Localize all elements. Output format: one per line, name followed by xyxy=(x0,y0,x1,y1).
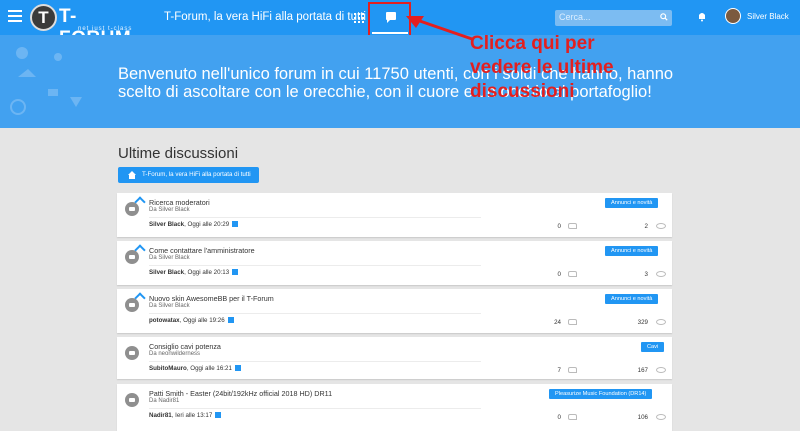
reply-count: 0 xyxy=(557,271,561,278)
topic-divider xyxy=(149,313,481,314)
last-post-info[interactable]: Nadir81, Ieri alle 13:17 xyxy=(149,412,222,419)
last-post-user[interactable]: Silver Black xyxy=(149,221,184,228)
category-badge[interactable]: Annunci e novità xyxy=(605,294,659,304)
hamburger-menu-button[interactable] xyxy=(8,10,22,24)
topic-author[interactable]: Da neonwilderness xyxy=(149,351,200,357)
topic-avatar-icon xyxy=(125,346,139,360)
last-post-user[interactable]: Nadir81 xyxy=(149,412,172,419)
reply-count: 7 xyxy=(557,367,561,374)
page-title: Ultime discussioni xyxy=(118,145,239,162)
view-count: 2 xyxy=(644,223,648,230)
topic-author[interactable]: Da Silver Black xyxy=(149,255,190,261)
forum-doodle-pattern-icon xyxy=(10,47,82,115)
user-avatar[interactable] xyxy=(725,8,741,24)
reply-count: 0 xyxy=(557,414,561,421)
go-to-post-icon[interactable] xyxy=(232,221,239,227)
view-count: 106 xyxy=(637,414,648,421)
view-count: 329 xyxy=(637,319,648,326)
topic-author[interactable]: Da Silver Black xyxy=(149,303,190,309)
topic-author[interactable]: Da Silver Black xyxy=(149,207,190,213)
topic-divider xyxy=(149,265,481,266)
eye-icon xyxy=(656,367,666,373)
category-badge[interactable]: Cavi xyxy=(641,342,665,352)
go-to-post-icon[interactable] xyxy=(232,269,239,275)
last-post-user[interactable]: SubitoMauro xyxy=(149,365,187,372)
last-post-time: Oggi alle 16:21 xyxy=(190,365,232,372)
topic-row[interactable]: Come contattare l'amministratore Da Silv… xyxy=(117,241,672,285)
username-label[interactable]: Silver Black xyxy=(747,12,789,21)
topic-divider xyxy=(149,361,481,362)
reply-icon xyxy=(568,271,577,277)
last-post-info[interactable]: potowatax, Oggi alle 19:26 xyxy=(149,317,234,324)
eye-icon xyxy=(656,271,666,277)
logo-badge-icon: T xyxy=(30,4,57,31)
topic-avatar-icon xyxy=(125,393,139,407)
forum-logo[interactable]: T T-FORUM net just t-class xyxy=(30,4,145,49)
topic-title-link[interactable]: Patti Smith - Easter (24bit/192kHz offic… xyxy=(149,389,332,398)
view-count: 3 xyxy=(644,271,648,278)
apps-grid-icon[interactable] xyxy=(354,13,364,23)
search-placeholder: Cerca... xyxy=(559,12,591,22)
reply-count: 24 xyxy=(554,319,561,326)
category-badge[interactable]: Pleasurize Music Foundation (DR14) xyxy=(549,389,653,399)
topic-title-link[interactable]: Ricerca moderatori xyxy=(149,198,210,207)
topic-row[interactable]: Nuovo skin AwesomeBB per il T-Forum Da S… xyxy=(117,289,672,333)
topic-title-link[interactable]: Nuovo skin AwesomeBB per il T-Forum xyxy=(149,294,274,303)
search-input[interactable]: Cerca... xyxy=(555,10,672,26)
last-post-info[interactable]: SubitoMauro, Oggi alle 16:21 xyxy=(149,365,241,372)
notification-bell-icon[interactable] xyxy=(697,11,707,22)
last-post-user[interactable]: Silver Black xyxy=(149,269,184,276)
topic-divider xyxy=(149,408,481,409)
forum-home-label: T-Forum, la vera HiFi alla portata di tu… xyxy=(142,171,251,178)
go-to-post-icon[interactable] xyxy=(215,412,222,418)
reply-count: 0 xyxy=(557,223,561,230)
topic-row[interactable]: Ricerca moderatori Da Silver Black Silve… xyxy=(117,193,672,237)
topic-row[interactable]: Consiglio cavi potenza Da neonwilderness… xyxy=(117,337,672,379)
last-post-time: Oggi alle 20:13 xyxy=(187,269,230,276)
last-post-user[interactable]: potowatax xyxy=(149,317,180,324)
category-badge[interactable]: Annunci e novità xyxy=(605,246,659,256)
welcome-banner: Benvenuto nell'unico forum in cui 11750 … xyxy=(0,35,800,128)
eye-icon xyxy=(656,319,666,325)
topic-title-link[interactable]: Come contattare l'amministratore xyxy=(149,246,255,255)
last-post-info[interactable]: Silver Black, Oggi alle 20:29 xyxy=(149,221,239,228)
topic-author[interactable]: Da Nadir81 xyxy=(149,398,179,404)
go-to-post-icon[interactable] xyxy=(234,365,241,371)
view-count: 167 xyxy=(637,367,648,374)
category-badge[interactable]: Annunci e novità xyxy=(605,198,659,208)
home-icon xyxy=(128,171,136,179)
go-to-post-icon[interactable] xyxy=(227,317,234,323)
topic-title-link[interactable]: Consiglio cavi potenza xyxy=(149,342,221,351)
search-icon[interactable] xyxy=(660,13,668,21)
callout-annotation: Clicca qui per vedere le ultime discussi… xyxy=(470,33,614,102)
reply-icon xyxy=(568,367,577,373)
last-post-time: Ieri alle 13:17 xyxy=(175,412,213,419)
eye-icon xyxy=(656,414,666,420)
forum-home-button[interactable]: T-Forum, la vera HiFi alla portata di tu… xyxy=(118,167,259,183)
eye-icon xyxy=(656,223,666,229)
reply-icon xyxy=(568,319,577,325)
site-title-link[interactable]: T-Forum, la vera HiFi alla portata di tu… xyxy=(164,11,366,23)
topic-divider xyxy=(149,217,481,218)
last-post-info[interactable]: Silver Black, Oggi alle 20:13 xyxy=(149,269,239,276)
last-post-time: Oggi alle 19:26 xyxy=(183,317,225,324)
reply-icon xyxy=(568,414,577,420)
reply-icon xyxy=(568,223,577,229)
topic-row[interactable]: Patti Smith - Easter (24bit/192kHz offic… xyxy=(117,384,672,431)
last-post-time: Oggi alle 20:29 xyxy=(187,221,230,228)
logo-subtitle: net just t-class xyxy=(78,26,133,32)
